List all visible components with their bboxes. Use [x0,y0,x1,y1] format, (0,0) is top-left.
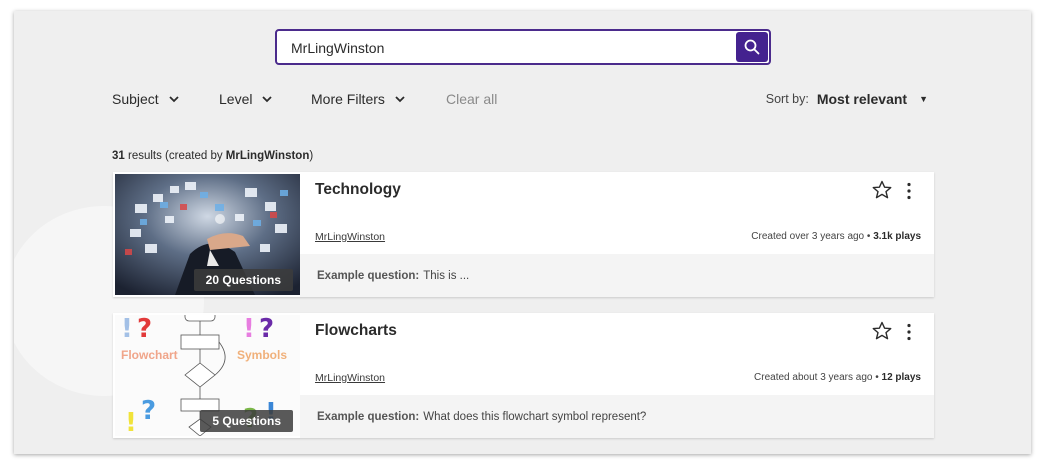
clear-all-button[interactable]: Clear all [446,91,497,107]
quiz-meta: Created over 3 years ago • 3.1k plays [751,231,921,242]
svg-text:!: ! [243,315,255,344]
search-button[interactable] [736,32,768,62]
page-frame: Subject Level More Filters Clear all Sor… [14,11,1031,454]
caret-down-icon: ▼ [919,94,928,104]
sort-label: Sort by: [765,92,809,106]
chevron-down-icon [169,96,179,103]
filter-level[interactable]: Level [219,91,274,107]
question-count-badge: 5 Questions [200,410,293,432]
svg-text:?: ? [137,315,152,344]
quiz-meta: Created about 3 years ago • 12 plays [754,372,921,383]
example-question-text: What does this flowchart symbol represen… [423,410,647,423]
author-link[interactable]: MrLingWinston [315,372,385,384]
chevron-down-icon [395,96,405,103]
quiz-thumbnail: Symbols Flowchart ! ? ! ? ! ? ? ! 5 Ques… [115,315,300,436]
svg-text:!: ! [121,315,133,344]
quiz-card[interactable]: 20 Questions Technology MrLingWinston Cr… [113,172,934,297]
more-vertical-icon[interactable] [906,182,912,200]
results-count: 31 results (created by MrLingWinston) [112,150,314,162]
filter-subject[interactable]: Subject [112,91,181,107]
more-vertical-icon[interactable] [906,323,912,341]
example-question: Example question: This is ... [300,254,934,297]
sort-value: Most relevant [816,91,908,107]
example-question-text: This is ... [423,269,470,282]
quiz-title[interactable]: Flowcharts [315,322,397,340]
example-question: Example question: What does this flowcha… [300,395,934,438]
quiz-card[interactable]: Symbols Flowchart ! ? ! ? ! ? ? ! 5 Ques… [113,313,934,438]
star-icon[interactable] [872,321,892,341]
filter-subject-label: Subject [112,91,159,107]
question-count-badge: 20 Questions [193,269,293,291]
chevron-down-icon [262,96,273,103]
sort-control[interactable]: Sort by: Most relevant ▼ [766,91,928,107]
thumb-text-right: Symbols [237,348,287,362]
filter-more-label: More Filters [311,91,385,107]
example-question-label: Example question: [317,410,420,423]
svg-text:!: ! [125,408,137,436]
star-icon[interactable] [872,180,892,200]
filter-level-label: Level [219,91,253,107]
thumb-text-left: Flowchart [121,348,178,362]
filter-more[interactable]: More Filters [311,91,407,107]
svg-text:?: ? [259,315,274,344]
quiz-thumbnail: 20 Questions [115,174,300,295]
search-box [275,29,771,65]
author-link[interactable]: MrLingWinston [315,231,385,243]
svg-text:?: ? [141,396,156,426]
example-question-label: Example question: [317,269,420,282]
search-input[interactable] [289,31,733,65]
quiz-title[interactable]: Technology [315,181,401,199]
search-icon [744,39,760,55]
